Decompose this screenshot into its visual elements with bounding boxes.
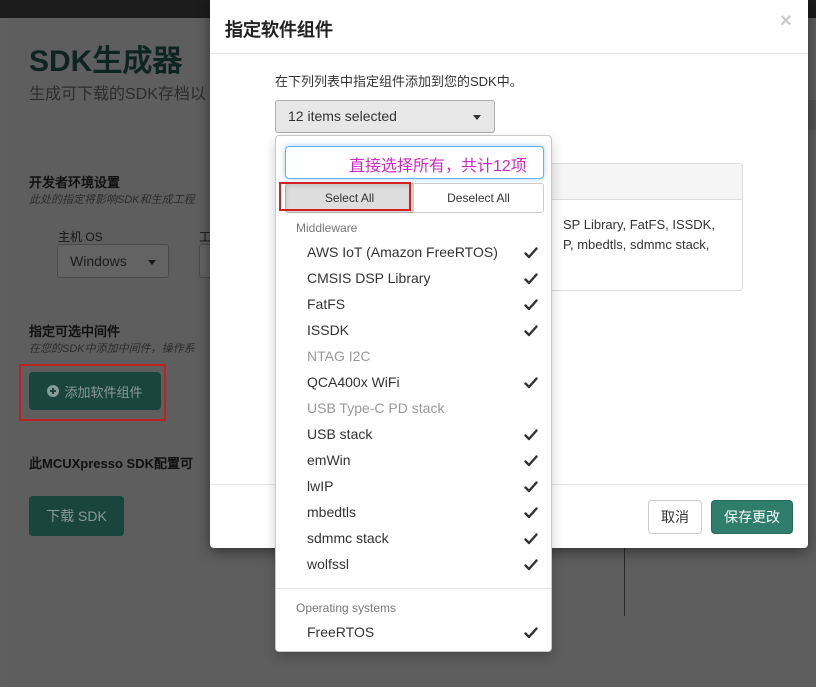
option-label: NTAG I2C [307, 348, 371, 364]
option-label: emWin [307, 452, 351, 468]
check-icon [524, 455, 538, 467]
check-icon [524, 247, 538, 259]
modal-instruction: 在下列列表中指定组件添加到您的SDK中。 [275, 74, 523, 89]
check-icon [524, 559, 538, 571]
highlight-box-select-all [279, 182, 411, 211]
option-label: sdmmc stack [307, 530, 389, 546]
divider-line [624, 548, 625, 616]
option-label: USB stack [307, 426, 373, 442]
cancel-button[interactable]: 取消 [648, 500, 702, 534]
check-icon [524, 325, 538, 337]
option-label: CMSIS DSP Library [307, 270, 431, 286]
option-label: lwIP [307, 478, 334, 494]
option-wolfssl[interactable]: wolfssl [276, 552, 551, 578]
modal-header: 指定软件组件 × [210, 0, 808, 54]
check-icon [524, 533, 538, 545]
check-icon [524, 377, 538, 389]
middleware-heading: 指定可选中间件 [29, 324, 121, 339]
option-freertos[interactable]: FreeRTOS [276, 620, 551, 646]
save-changes-button[interactable]: 保存更改 [711, 500, 793, 534]
option-lwip[interactable]: lwIP [276, 474, 551, 500]
check-icon [524, 481, 538, 493]
env-subheading: 此处的指定将影响SDK和生成工程 [29, 194, 195, 206]
check-icon [524, 429, 538, 441]
option-label: FreeRTOS [307, 624, 375, 640]
option-label: QCA400x WiFi [307, 374, 400, 390]
host-os-label: 主机 OS [58, 230, 103, 244]
host-os-value: Windows [70, 253, 127, 269]
check-icon [524, 627, 538, 639]
option-issdk[interactable]: ISSDK [276, 318, 551, 344]
host-os-select[interactable]: Windows [57, 244, 169, 278]
option-label: ISSDK [307, 322, 350, 338]
option-usb-stack[interactable]: USB stack [276, 422, 551, 448]
option-qca400x-wifi[interactable]: QCA400x WiFi [276, 370, 551, 396]
component-dropdown: Select All Deselect All Middleware AWS I… [275, 135, 552, 652]
check-icon [524, 507, 538, 519]
option-cmsis-dsp[interactable]: CMSIS DSP Library [276, 266, 551, 292]
page-subtitle: 生成可下载的SDK存档以 [29, 86, 206, 103]
config-heading: 此MCUXpresso SDK配置可 [29, 456, 193, 471]
option-usb-type-c: USB Type-C PD stack [276, 396, 551, 422]
group-header-middleware: Middleware [296, 221, 358, 235]
env-heading: 开发者环境设置 [29, 175, 121, 190]
check-icon [524, 273, 538, 285]
deselect-all-button[interactable]: Deselect All [413, 183, 544, 213]
option-label: wolfssl [307, 556, 350, 572]
panel-line-1: SP Library, FatFS, ISSDK, [563, 217, 715, 232]
download-sdk-button[interactable]: 下载 SDK [29, 496, 124, 536]
option-label: mbedtls [307, 504, 357, 520]
option-ntag-i2c: NTAG I2C [276, 344, 551, 370]
highlight-box-add-button [19, 364, 166, 421]
component-multiselect[interactable]: 12 items selected [275, 100, 495, 133]
option-label: FatFS [307, 296, 346, 312]
annotation-text: 直接选择所有，共计12项 [349, 158, 527, 175]
option-aws-iot[interactable]: AWS IoT (Amazon FreeRTOS) [276, 240, 551, 266]
modal-title: 指定软件组件 [225, 20, 333, 40]
option-mbedtls[interactable]: mbedtls [276, 500, 551, 526]
close-icon[interactable]: × [780, 11, 792, 31]
multiselect-label: 12 items selected [288, 108, 397, 124]
option-label: USB Type-C PD stack [307, 400, 445, 416]
page-title: SDK生成器 [29, 45, 183, 78]
group-header-os: Operating systems [296, 601, 397, 615]
caret-down-icon [473, 115, 481, 120]
middleware-subheading: 在您的SDK中添加中间件，操作系 [29, 343, 195, 355]
option-sdmmc-stack[interactable]: sdmmc stack [276, 526, 551, 552]
option-emwin[interactable]: emWin [276, 448, 551, 474]
background-edge [808, 100, 816, 130]
option-fatfs[interactable]: FatFS [276, 292, 551, 318]
panel-line-2: P, mbedtls, sdmmc stack, [563, 237, 710, 252]
check-icon [524, 299, 538, 311]
option-label: AWS IoT (Amazon FreeRTOS) [307, 244, 498, 260]
group-divider [276, 588, 551, 589]
selected-components-panel: SP Library, FatFS, ISSDK, P, mbedtls, sd… [548, 163, 743, 291]
panel-heading [549, 164, 742, 200]
caret-down-icon [148, 260, 156, 265]
